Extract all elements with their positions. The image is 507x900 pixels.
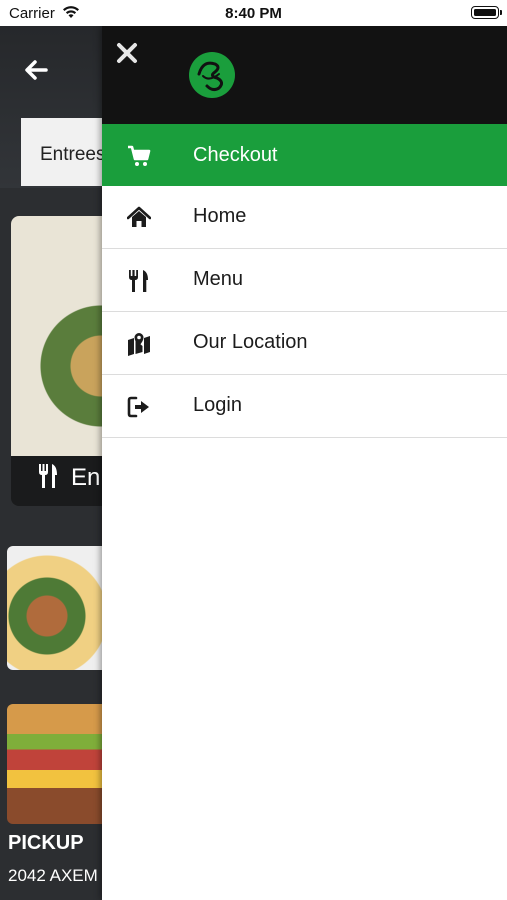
pickup-label: PICKUP: [8, 832, 84, 854]
pickup-address: 2042 AXEM: [8, 866, 98, 885]
menu-item-label: Menu: [193, 268, 244, 290]
battery-icon: [471, 6, 502, 19]
cart-icon: [128, 145, 151, 166]
restaurant-logo-icon: [189, 52, 235, 98]
menu-item-checkout[interactable]: Checkout: [102, 124, 507, 186]
clock: 8:40 PM: [225, 5, 282, 22]
back-arrow-icon[interactable]: [22, 56, 50, 84]
drawer-header: [102, 26, 507, 124]
close-icon[interactable]: [114, 40, 140, 66]
food-thumbnail[interactable]: [7, 546, 117, 670]
side-drawer: Checkout Home Menu Our Location Login: [102, 26, 507, 900]
menu-item-menu[interactable]: Menu: [102, 249, 507, 312]
menu-item-label: Checkout: [193, 144, 278, 166]
menu-item-login[interactable]: Login: [102, 375, 507, 438]
menu-item-label: Our Location: [193, 331, 308, 353]
sign-in-icon: [127, 396, 149, 418]
map-icon: [128, 333, 150, 356]
status-bar: Carrier 8:40 PM: [0, 0, 507, 26]
category-card-label: En: [37, 463, 100, 492]
category-card-text: En: [71, 464, 101, 491]
menu-item-our-location[interactable]: Our Location: [102, 312, 507, 375]
drawer-menu: Checkout Home Menu Our Location Login: [102, 124, 507, 438]
fork-knife-icon: [129, 270, 148, 292]
menu-item-label: Login: [193, 394, 242, 416]
fork-knife-icon: [39, 464, 57, 488]
home-icon: [127, 206, 151, 227]
menu-item-label: Home: [193, 205, 247, 227]
menu-item-home[interactable]: Home: [102, 186, 507, 249]
food-thumbnail[interactable]: [7, 704, 117, 824]
